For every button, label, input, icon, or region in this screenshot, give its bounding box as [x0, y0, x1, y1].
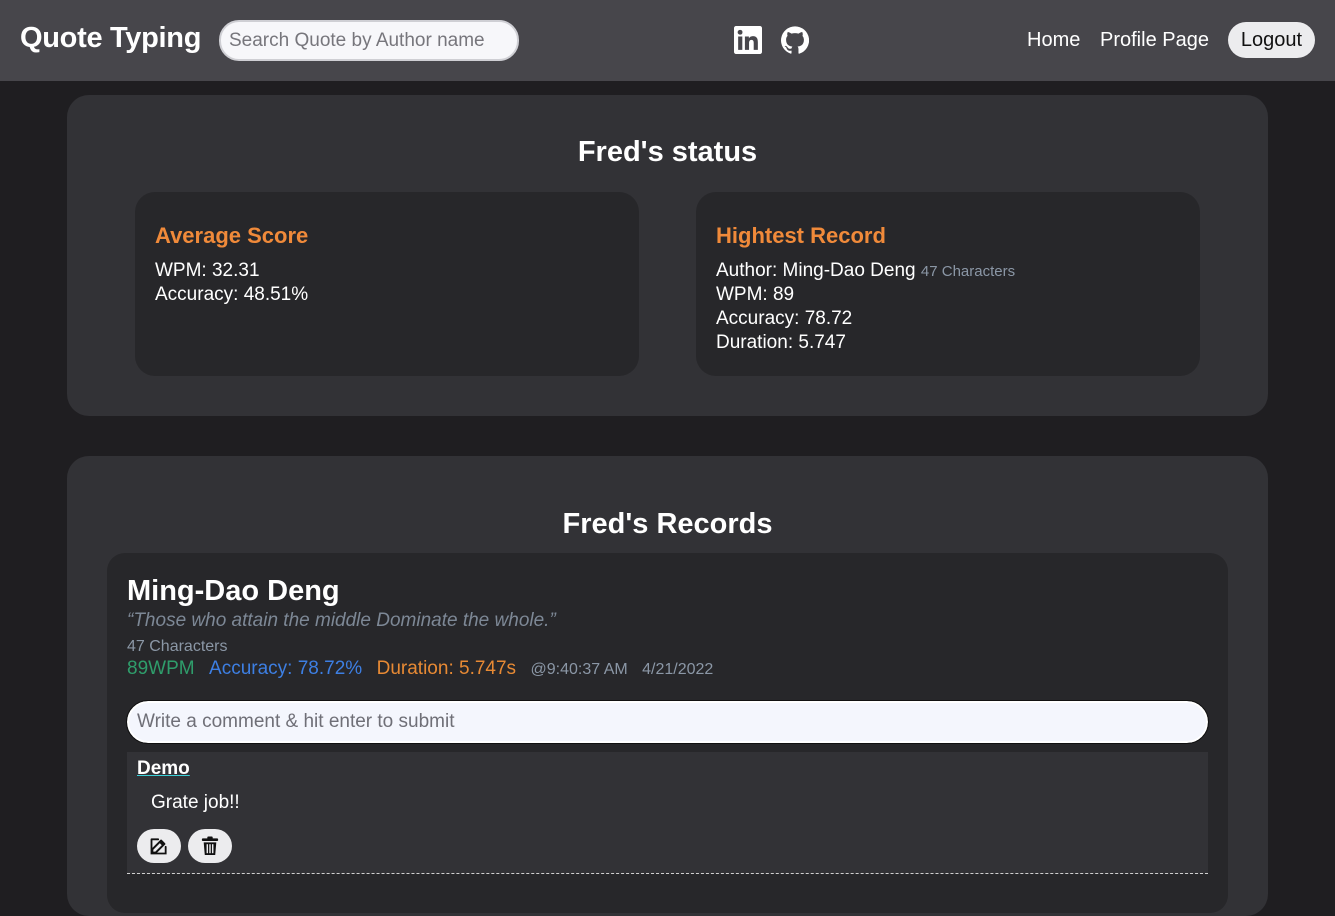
- comment-input[interactable]: [126, 700, 1209, 744]
- highest-wpm: WPM: 89: [716, 284, 795, 305]
- record-duration: Duration: 5.747s: [376, 658, 517, 679]
- record-date: 4/21/2022: [642, 661, 714, 678]
- logout-button[interactable]: Logout: [1228, 22, 1315, 58]
- records-title: Fred's Records: [562, 508, 773, 540]
- highest-duration: Duration: 5.747: [716, 332, 846, 353]
- average-accuracy: Accuracy: 48.51%: [155, 284, 309, 305]
- highest-characters: 47 Characters: [920, 263, 1016, 280]
- record-wpm: 89WPM: [127, 658, 195, 679]
- status-title: Fred's status: [577, 136, 758, 168]
- nav-profile-link[interactable]: Profile Page: [1100, 29, 1209, 52]
- github-icon[interactable]: [781, 26, 809, 54]
- trash-icon: [201, 836, 219, 855]
- average-score-heading: Average Score: [155, 223, 309, 248]
- highest-record-heading: Hightest Record: [716, 223, 886, 248]
- navbar: Quote Typing Home Profile Page Logout: [0, 0, 1335, 81]
- average-wpm: WPM: 32.31: [155, 260, 260, 281]
- comment-item: Demo Grate job!!: [127, 752, 1208, 874]
- record-author: Ming-Dao Deng: [127, 575, 340, 607]
- average-score-box: Average Score WPM: 32.31 Accuracy: 48.51…: [135, 192, 639, 376]
- highest-author-line: Author: Ming-Dao Deng 47 Characters: [716, 260, 1015, 282]
- comment-text: Grate job!!: [151, 792, 240, 813]
- records-card: Fred's Records Ming-Dao Deng “Those who …: [67, 456, 1268, 916]
- search-input[interactable]: [219, 20, 519, 61]
- delete-comment-button[interactable]: [188, 829, 232, 863]
- comment-username-link[interactable]: Demo: [137, 758, 190, 780]
- edit-icon: [150, 838, 167, 855]
- status-card: Fred's status Average Score WPM: 32.31 A…: [67, 95, 1268, 416]
- highest-record-box: Hightest Record Author: Ming-Dao Deng 47…: [696, 192, 1200, 376]
- linkedin-icon[interactable]: [734, 26, 762, 54]
- record-quote: “Those who attain the middle Dominate th…: [127, 610, 556, 631]
- brand-logo[interactable]: Quote Typing: [20, 22, 201, 55]
- record-characters: 47 Characters: [127, 638, 228, 655]
- highest-accuracy: Accuracy: 78.72: [716, 308, 853, 329]
- record-accuracy: Accuracy: 78.72%: [209, 658, 363, 679]
- record-stats: 89WPM Accuracy: 78.72% Duration: 5.747s …: [127, 658, 723, 680]
- record-time: @9:40:37 AM: [530, 661, 628, 678]
- edit-comment-button[interactable]: [137, 829, 181, 863]
- highest-author: Author: Ming-Dao Deng: [716, 260, 916, 281]
- record-item: Ming-Dao Deng “Those who attain the midd…: [107, 553, 1228, 913]
- nav-home-link[interactable]: Home: [1027, 29, 1080, 52]
